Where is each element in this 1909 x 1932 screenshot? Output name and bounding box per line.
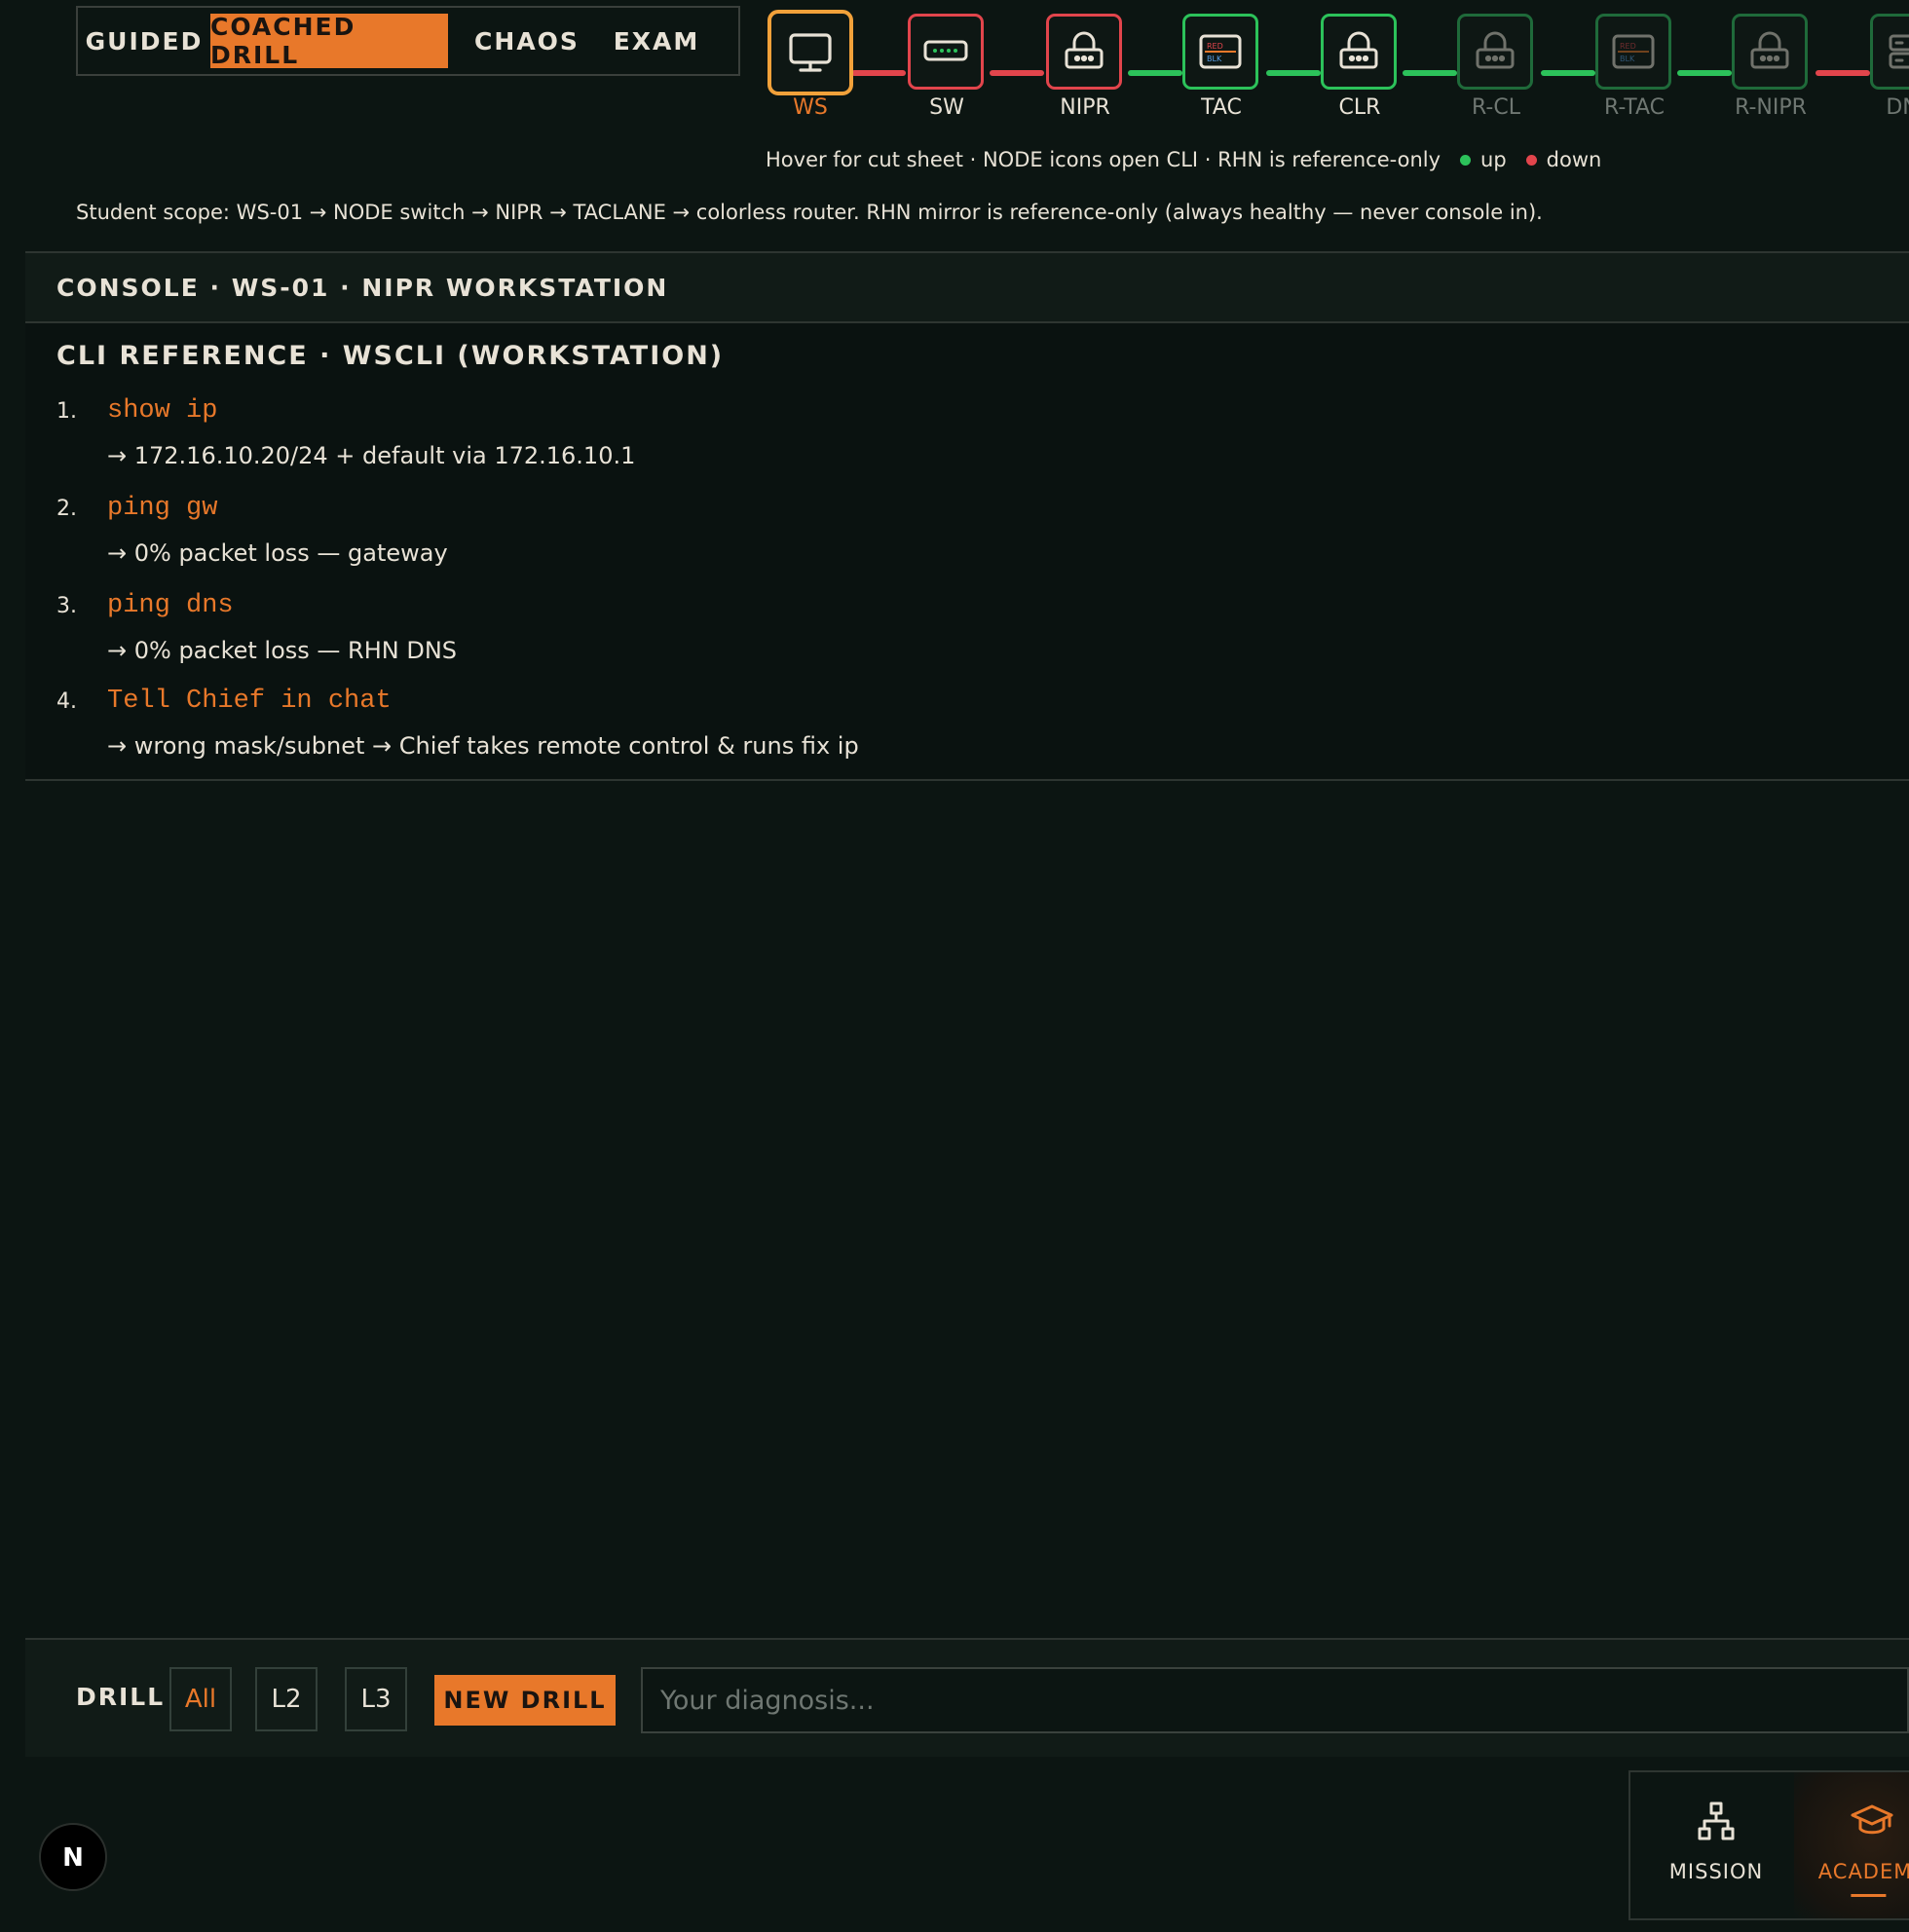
topology-node-r-cl[interactable] [1457,14,1533,90]
console-header: CONSOLE · WS-01 · NIPR WORKSTATION [25,253,1909,321]
tab-exam[interactable]: EXAM [598,14,715,68]
cli-result: → wrong mask/subnet → Chief takes remote… [107,732,859,760]
cli-command[interactable]: Tell Chief in chat [107,687,392,716]
bottom-nav: MISSION ACADEMY [1628,1770,1909,1920]
cli-command[interactable]: show ip [107,396,217,426]
topology-label: R-CL [1472,95,1520,120]
console-title: CONSOLE · WS-01 · NIPR WORKSTATION [56,273,669,302]
switch-icon [923,40,968,61]
taclane-red-label: RED [1207,42,1223,51]
router-icon [1339,31,1378,69]
nav-academy[interactable]: ACADEMY [1794,1772,1909,1918]
network-icon [1698,1802,1735,1840]
status-down-dot-icon [1525,154,1537,166]
topology-link [1541,70,1595,76]
topology-label: R-NIPR [1735,95,1807,120]
cli-reference-title: CLI REFERENCE · WSCLI (WORKSTATION) [56,341,725,371]
legend-up-label: up [1480,148,1507,171]
topology-node-dns[interactable] [1870,14,1909,90]
taclane-blk-label: BLK [1620,55,1635,63]
monitor-icon [789,33,832,72]
topology-label: DNS [1886,95,1909,120]
tab-chaos[interactable]: CHAOS [456,14,598,68]
topology-link [1128,70,1182,76]
cli-command[interactable]: ping gw [107,494,217,523]
router-icon [1476,31,1515,69]
topology-link [1677,70,1732,76]
page: GUIDED COACHED DRILL CHAOS EXAM RED BLK … [0,0,1909,1932]
router-icon [1065,31,1104,69]
taclane-blk-label: BLK [1207,55,1222,63]
level-filter-l2[interactable]: L2 [255,1667,318,1731]
tab-coached-drill[interactable]: COACHED DRILL [210,13,448,69]
n-logo-icon: N [62,1843,84,1872]
taclane-red-label: RED [1620,42,1636,51]
cli-result: → 0% packet loss — RHN DNS [107,637,458,664]
topology-node-ws[interactable] [767,10,853,95]
status-up-dot-icon [1460,154,1472,166]
topology-label: CLR [1338,95,1381,120]
active-indicator [1851,1894,1887,1897]
mode-tabs: GUIDED COACHED DRILL CHAOS EXAM [76,6,740,76]
cli-step-number: 3. [56,594,77,618]
topology-node-clr[interactable] [1321,14,1397,90]
topology-node-sw[interactable] [908,14,984,90]
taclane-icon: RED BLK [1199,34,1242,69]
topology-node-tac[interactable]: RED BLK [1182,14,1258,90]
diagnosis-input[interactable] [641,1667,1909,1733]
router-icon [1750,31,1789,69]
tab-guided[interactable]: GUIDED [84,14,205,68]
cli-step-number: 1. [56,399,77,424]
nav-mission-label: MISSION [1668,1860,1764,1883]
divider [25,779,1909,781]
topology-label: TAC [1201,95,1242,120]
topology-label: R-TAC [1603,95,1666,120]
taclane-icon: RED BLK [1612,34,1655,69]
graduation-cap-icon [1851,1804,1893,1835]
legend-down-label: down [1546,148,1602,171]
cli-result: → 172.16.10.20/24 + default via 172.16.1… [107,442,636,469]
topology-label: WS [793,95,828,120]
drill-label: DRILL [76,1683,166,1711]
svg-text:N: N [62,1843,84,1872]
student-scope-text: Student scope: WS-01 → NODE switch → NIP… [76,201,1543,224]
cli-result: → 0% packet loss — gateway [107,539,448,567]
topology-link [990,70,1044,76]
level-filter-l3[interactable]: L3 [345,1667,407,1731]
topology-link [851,70,906,76]
topology-label: SW [929,95,964,120]
topology-node-r-tac[interactable]: RED BLK [1595,14,1671,90]
topology-link [1815,70,1870,76]
topology-legend: Hover for cut sheet · NODE icons open CL… [766,148,1601,171]
server-icon [1889,34,1909,69]
cli-reference-panel: CLI REFERENCE · WSCLI (WORKSTATION) 1. s… [25,323,1909,779]
new-drill-button[interactable]: NEW DRILL [434,1675,616,1726]
topology-node-r-nipr[interactable] [1732,14,1808,90]
drill-bar: DRILL All L2 L3 NEW DRILL [25,1640,1909,1757]
topology-link [1403,70,1457,76]
nav-academy-label: ACADEMY [1817,1860,1909,1883]
cli-step-number: 2. [56,497,77,521]
topology-node-nipr[interactable] [1046,14,1122,90]
legend-hint: Hover for cut sheet · NODE icons open CL… [766,148,1441,171]
nav-mission[interactable]: MISSION [1630,1772,1802,1918]
level-filter-all[interactable]: All [169,1667,232,1731]
topology-label: NIPR [1060,95,1110,120]
app-badge[interactable]: N [39,1823,107,1891]
cli-command[interactable]: ping dns [107,591,234,620]
cli-step-number: 4. [56,689,77,714]
topology-link [1266,70,1321,76]
